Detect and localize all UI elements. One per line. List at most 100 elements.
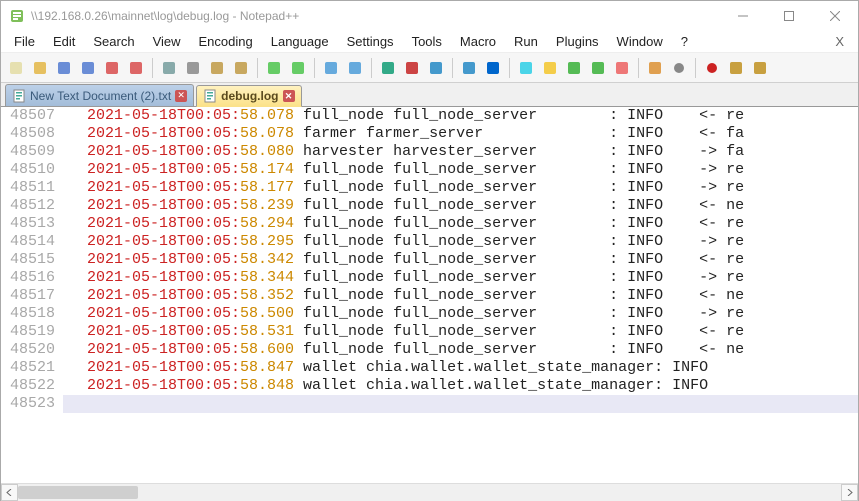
horizontal-scrollbar[interactable] <box>1 483 858 500</box>
wrap-button[interactable] <box>458 57 480 79</box>
open-button[interactable] <box>29 57 51 79</box>
log-body: harvester harvester_server <box>294 143 609 161</box>
undo-button[interactable] <box>263 57 285 79</box>
lang-button[interactable] <box>539 57 561 79</box>
record-button[interactable] <box>701 57 723 79</box>
menu-settings[interactable]: Settings <box>338 32 403 51</box>
replace-button[interactable] <box>344 57 366 79</box>
menu-encoding[interactable]: Encoding <box>190 32 262 51</box>
log-row[interactable]: 485152021-05-18T00:05:58.342 full_node f… <box>1 251 858 269</box>
paste-button[interactable] <box>230 57 252 79</box>
log-tail: -> re <box>663 305 744 323</box>
line-number: 48515 <box>1 251 63 269</box>
menu-help[interactable]: ? <box>672 32 697 51</box>
log-time: T00:05: <box>177 179 240 197</box>
folder-button[interactable] <box>644 57 666 79</box>
minimize-button[interactable] <box>720 1 766 31</box>
zoom-out-button[interactable] <box>401 57 423 79</box>
find-button[interactable] <box>320 57 342 79</box>
menu-plugins[interactable]: Plugins <box>547 32 608 51</box>
line-number: 48512 <box>1 197 63 215</box>
close-button[interactable] <box>101 57 123 79</box>
indent-button[interactable] <box>515 57 537 79</box>
cut-button[interactable] <box>182 57 204 79</box>
log-date: 2021-05-18 <box>87 179 177 197</box>
log-body: full_node full_node_server <box>294 341 609 359</box>
log-row[interactable]: 485122021-05-18T00:05:58.239 full_node f… <box>1 197 858 215</box>
play-button[interactable] <box>725 57 747 79</box>
log-row[interactable]: 485102021-05-18T00:05:58.174 full_node f… <box>1 161 858 179</box>
log-row[interactable]: 485182021-05-18T00:05:58.500 full_node f… <box>1 305 858 323</box>
toolbar-separator <box>257 58 258 78</box>
new-button[interactable] <box>5 57 27 79</box>
menu-search[interactable]: Search <box>84 32 143 51</box>
unfold-button[interactable] <box>611 57 633 79</box>
log-level: : INFO <box>609 305 663 323</box>
log-level: : INFO <box>609 341 663 359</box>
menu-file[interactable]: File <box>5 32 44 51</box>
menu-language[interactable]: Language <box>262 32 338 51</box>
print-button[interactable] <box>158 57 180 79</box>
log-row[interactable]: 48523 <box>1 395 858 413</box>
menu-bar: FileEditSearchViewEncodingLanguageSettin… <box>1 31 858 53</box>
menu-tools[interactable]: Tools <box>403 32 451 51</box>
menu-macro[interactable]: Macro <box>451 32 505 51</box>
fold-button[interactable] <box>563 57 585 79</box>
close-all-button[interactable] <box>125 57 147 79</box>
close-button[interactable] <box>812 1 858 31</box>
menu-window[interactable]: Window <box>608 32 672 51</box>
save-button[interactable] <box>53 57 75 79</box>
tab-close-icon[interactable]: ✕ <box>175 90 187 102</box>
menu-view[interactable]: View <box>144 32 190 51</box>
tab-new-text-document-2-txt[interactable]: New Text Document (2).txt✕ <box>5 84 194 106</box>
log-row[interactable]: 485112021-05-18T00:05:58.177 full_node f… <box>1 179 858 197</box>
zoom-in-button[interactable] <box>377 57 399 79</box>
log-seconds: 58.352 <box>240 287 294 305</box>
log-content: 2021-05-18T00:05:58.295 full_node full_n… <box>63 233 744 251</box>
log-row[interactable]: 485192021-05-18T00:05:58.531 full_node f… <box>1 323 858 341</box>
copy-button[interactable] <box>206 57 228 79</box>
log-row[interactable]: 485142021-05-18T00:05:58.295 full_node f… <box>1 233 858 251</box>
scroll-track[interactable] <box>18 484 841 501</box>
line-number: 48507 <box>1 107 63 125</box>
tab-close-icon[interactable]: ✕ <box>283 90 295 102</box>
fold-all-button[interactable] <box>587 57 609 79</box>
log-level: : INFO <box>609 269 663 287</box>
eye-button[interactable] <box>668 57 690 79</box>
log-row[interactable]: 485162021-05-18T00:05:58.344 full_node f… <box>1 269 858 287</box>
log-row[interactable]: 485172021-05-18T00:05:58.352 full_node f… <box>1 287 858 305</box>
pause-button[interactable] <box>749 57 771 79</box>
log-row[interactable]: 485132021-05-18T00:05:58.294 full_node f… <box>1 215 858 233</box>
save-all-button[interactable] <box>77 57 99 79</box>
log-row[interactable]: 485082021-05-18T00:05:58.078 farmer farm… <box>1 125 858 143</box>
editor-area[interactable]: 485072021-05-18T00:05:58.078 full_node f… <box>1 107 858 483</box>
log-tail: <- ne <box>663 287 744 305</box>
scroll-thumb[interactable] <box>18 486 138 499</box>
log-row[interactable]: 485202021-05-18T00:05:58.600 full_node f… <box>1 341 858 359</box>
log-content: 2021-05-18T00:05:58.344 full_node full_n… <box>63 269 744 287</box>
log-body: farmer farmer_server <box>294 125 609 143</box>
log-date: 2021-05-18 <box>87 107 177 125</box>
log-row[interactable]: 485072021-05-18T00:05:58.078 full_node f… <box>1 107 858 125</box>
log-row[interactable]: 485092021-05-18T00:05:58.080 harvester h… <box>1 143 858 161</box>
log-seconds: 58.080 <box>240 143 294 161</box>
log-tail: -> fa <box>663 143 744 161</box>
log-level: : INFO <box>609 233 663 251</box>
log-row[interactable]: 485212021-05-18T00:05:58.847 wallet chia… <box>1 359 858 377</box>
tab-debug-log[interactable]: debug.log✕ <box>196 85 301 107</box>
menu-run[interactable]: Run <box>505 32 547 51</box>
maximize-button[interactable] <box>766 1 812 31</box>
sync-button[interactable] <box>425 57 447 79</box>
log-seconds: 58.177 <box>240 179 294 197</box>
log-date: 2021-05-18 <box>87 215 177 233</box>
menu-extra-x[interactable]: X <box>825 34 854 49</box>
scroll-left-button[interactable] <box>1 484 18 501</box>
log-date: 2021-05-18 <box>87 305 177 323</box>
log-tail <box>708 359 744 377</box>
menu-edit[interactable]: Edit <box>44 32 84 51</box>
all-chars-button[interactable] <box>482 57 504 79</box>
toolbar-separator <box>152 58 153 78</box>
log-row[interactable]: 485222021-05-18T00:05:58.848 wallet chia… <box>1 377 858 395</box>
redo-button[interactable] <box>287 57 309 79</box>
scroll-right-button[interactable] <box>841 484 858 501</box>
